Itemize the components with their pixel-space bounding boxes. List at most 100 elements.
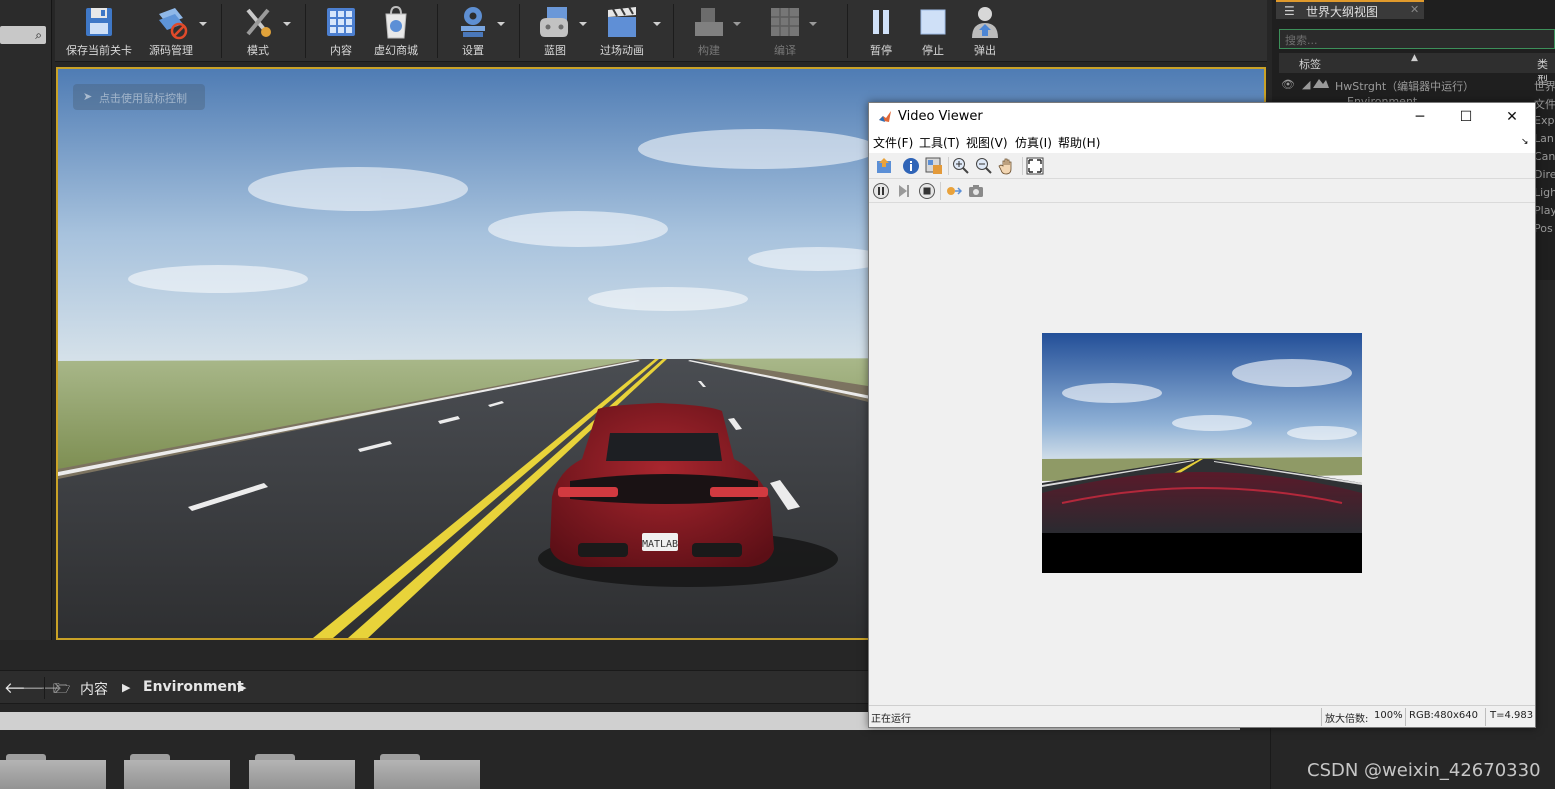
menu-simulation[interactable]: 仿真(I) xyxy=(1015,134,1052,151)
menu-file[interactable]: 文件(F) xyxy=(873,134,913,151)
breadcrumb-separator-icon[interactable]: ▶ xyxy=(238,681,246,694)
maximize-icon[interactable]: ☐ xyxy=(1443,103,1489,131)
info-icon[interactable] xyxy=(902,157,920,175)
toolbar-divider xyxy=(221,4,222,58)
list-icon: ☰ xyxy=(1284,4,1295,18)
modes-button[interactable]: 模式 xyxy=(235,0,291,62)
compile-button[interactable]: 编译 xyxy=(763,0,817,62)
cinematics-button[interactable]: 过场动画 xyxy=(593,0,661,62)
chevron-down-icon[interactable] xyxy=(733,22,741,26)
eject-button[interactable]: 弹出 xyxy=(965,0,1005,62)
bottom-spacer xyxy=(0,640,870,670)
folder-tile[interactable] xyxy=(249,754,355,789)
cinematics-label: 过场动画 xyxy=(600,44,644,57)
breadcrumb-environment[interactable]: Environment xyxy=(143,679,244,695)
zoom-value: 100% xyxy=(1374,710,1403,721)
content-browser-nav: 🡐 🡒 🗁 内容 ▶ Environment ▶ xyxy=(0,670,870,704)
toolbar-divider xyxy=(437,4,438,58)
main-toolbar: 保存当前关卡 源码管理 模式 内容 虚幻商城 设置 蓝图 过场动画 构建 编译 … xyxy=(55,0,1267,62)
dock-arrow-icon[interactable]: ↘ xyxy=(1521,137,1529,147)
video-viewer-toolbar xyxy=(869,153,1535,179)
column-label-header[interactable]: 标签 xyxy=(1299,56,1321,72)
viewport-hint-text: 点击使用鼠标控制 xyxy=(99,92,187,105)
build-button[interactable]: 构建 xyxy=(687,0,741,62)
outliner-tab[interactable]: ☰ 世界大纲视图 ✕ xyxy=(1276,0,1424,19)
chevron-down-icon[interactable] xyxy=(653,22,661,26)
csdn-watermark: CSDN @weixin_42670330 xyxy=(1307,760,1541,781)
chevron-down-icon[interactable] xyxy=(283,22,291,26)
jump-to-simulink-icon[interactable] xyxy=(876,157,894,175)
status-running: 正在运行 xyxy=(871,714,911,725)
menu-view[interactable]: 视图(V) xyxy=(966,134,1008,151)
blueprints-button[interactable]: 蓝图 xyxy=(533,0,587,62)
video-display-area[interactable] xyxy=(869,203,1535,703)
expand-arrow-icon[interactable]: ◢ xyxy=(1302,78,1310,91)
video-viewer-playback-toolbar xyxy=(869,179,1535,203)
modes-label: 模式 xyxy=(247,44,269,57)
outliner-row-environment-type: 文件 xyxy=(1534,98,1555,111)
snapshot-camera-icon[interactable] xyxy=(967,182,985,200)
highlight-simulink-block-icon[interactable] xyxy=(944,182,962,200)
fit-to-window-icon[interactable] xyxy=(1026,157,1044,175)
stop-icon[interactable] xyxy=(918,182,936,200)
chevron-down-icon[interactable] xyxy=(579,22,587,26)
outliner-search-placeholder: 搜索... xyxy=(1285,34,1318,47)
folder-tile[interactable] xyxy=(374,754,480,789)
outliner-row-environment[interactable]: Environment xyxy=(1347,95,1417,102)
menu-help[interactable]: 帮助(H) xyxy=(1058,134,1100,151)
pan-hand-icon[interactable] xyxy=(998,157,1016,175)
outliner-search-input[interactable]: 搜索... xyxy=(1279,29,1555,49)
cinematics-icon xyxy=(604,4,640,40)
outliner-row-world[interactable]: HwStrght（编辑器中运行） xyxy=(1335,78,1474,94)
outliner-row-world-type: 世界 xyxy=(1534,80,1555,93)
pixel-region-icon[interactable] xyxy=(925,157,943,175)
outliner-type-cell: Lan xyxy=(1534,132,1554,145)
pause-icon xyxy=(863,4,899,40)
screen: ⌕ 保存当前关卡 源码管理 模式 内容 虚幻商城 设置 蓝图 过场动画 构建 编… xyxy=(0,0,1555,789)
search-icon[interactable]: ⌕ xyxy=(35,28,42,43)
world-icon xyxy=(1312,76,1330,93)
viewport-mouse-hint[interactable]: ➤ 点击使用鼠标控制 xyxy=(73,84,205,110)
marketplace-icon xyxy=(378,4,414,40)
outliner-header: 标签 ▲ 类型 xyxy=(1279,53,1555,87)
stop-button[interactable]: 停止 xyxy=(913,0,953,62)
outliner-type-cell: Can xyxy=(1534,150,1555,163)
left-search-field[interactable]: ⌕ xyxy=(0,26,46,44)
content-button[interactable]: 内容 xyxy=(319,0,363,62)
save-icon xyxy=(81,4,117,40)
video-viewer-titlebar[interactable]: Video Viewer ─ ☐ ✕ xyxy=(869,103,1535,131)
content-icon xyxy=(323,4,359,40)
step-forward-icon[interactable] xyxy=(895,182,913,200)
toolbar-divider xyxy=(847,4,848,58)
chevron-down-icon[interactable] xyxy=(497,22,505,26)
outliner-type-cell: Ligh xyxy=(1534,186,1555,199)
pause-label: 暂停 xyxy=(870,44,892,57)
visibility-eye-icon[interactable]: 👁 xyxy=(1281,78,1295,91)
folder-tile[interactable] xyxy=(124,754,230,789)
save-level-button[interactable]: 保存当前关卡 xyxy=(61,0,137,62)
video-viewer-statusbar: 正在运行 放大倍数: 100% RGB:480x640 T=4.983 xyxy=(869,705,1535,727)
zoom-out-icon[interactable] xyxy=(975,157,993,175)
chevron-down-icon[interactable] xyxy=(199,22,207,26)
source-control-icon xyxy=(153,4,189,40)
zoom-in-icon[interactable] xyxy=(952,157,970,175)
folder-tile[interactable] xyxy=(0,754,106,789)
source-control-button[interactable]: 源码管理 xyxy=(145,0,207,62)
settings-button[interactable]: 设置 xyxy=(451,0,505,62)
breadcrumb-separator-icon[interactable]: ▶ xyxy=(122,681,130,694)
folder-open-icon: 🗁 xyxy=(53,681,71,697)
marketplace-button[interactable]: 虚幻商城 xyxy=(369,0,423,62)
pause-button[interactable]: 暂停 xyxy=(861,0,901,62)
sort-up-icon[interactable]: ▲ xyxy=(1411,53,1418,63)
breadcrumb-content[interactable]: 内容 xyxy=(80,679,108,699)
close-icon[interactable]: ✕ xyxy=(1410,3,1419,16)
menu-tools[interactable]: 工具(T) xyxy=(919,134,960,151)
minimize-icon[interactable]: ─ xyxy=(1397,103,1443,131)
outliner-type-cell: Exp xyxy=(1534,114,1555,127)
pause-icon[interactable] xyxy=(872,182,890,200)
blueprint-icon xyxy=(537,4,573,40)
source-control-label: 源码管理 xyxy=(149,44,193,57)
rgb-size: RGB:480x640 xyxy=(1409,710,1479,721)
chevron-down-icon[interactable] xyxy=(809,22,817,26)
close-icon[interactable]: ✕ xyxy=(1489,103,1535,131)
